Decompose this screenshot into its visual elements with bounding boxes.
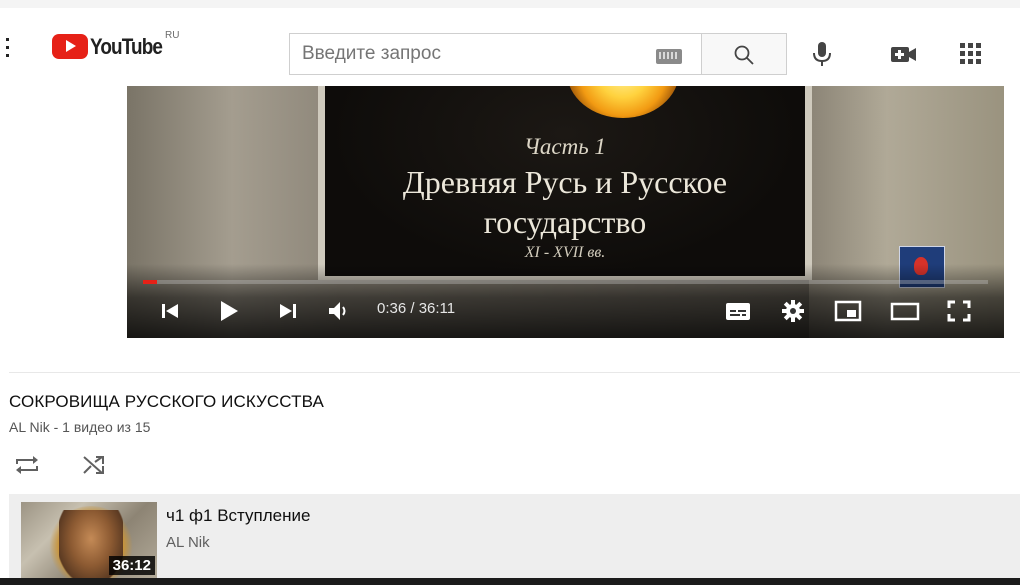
settings-icon[interactable] — [780, 298, 806, 324]
playlist-subtitle: AL Nik - 1 видео из 15 — [9, 419, 151, 435]
create-video-icon[interactable] — [887, 38, 919, 70]
search-input[interactable] — [302, 34, 642, 74]
fullscreen-icon[interactable] — [945, 298, 973, 324]
progress-bar[interactable] — [143, 280, 988, 284]
logo-text: YouTube — [90, 34, 163, 59]
slide-title-line2: государство — [483, 204, 647, 240]
slide-title-line1: Древняя Русь и Русское — [402, 164, 728, 200]
previous-icon[interactable] — [157, 298, 183, 324]
playlist-item-author[interactable]: AL Nik — [166, 534, 210, 551]
country-code: RU — [165, 30, 180, 41]
youtube-play-icon — [52, 34, 88, 59]
loop-icon[interactable] — [13, 452, 41, 478]
miniplayer-icon[interactable] — [833, 298, 863, 324]
search-icon — [734, 45, 754, 65]
title-slide: Часть 1 Древняя Русь и Русское государст… — [325, 86, 805, 276]
masthead: YouTube RU — [0, 8, 1020, 80]
slide-years: XI - XVII вв. — [524, 244, 606, 261]
playlist-title[interactable]: СОКРОВИЩА РУССКОГО ИСКУССТВА — [9, 392, 324, 412]
next-icon[interactable] — [275, 298, 301, 324]
playlist-item-title[interactable]: ч1 ф1 Вступление — [166, 506, 310, 526]
video-player[interactable]: Часть 1 Древняя Русь и Русское государст… — [127, 86, 1004, 338]
microphone-icon[interactable] — [806, 38, 838, 70]
sun-image — [567, 86, 679, 118]
youtube-logo[interactable]: YouTube RU — [52, 30, 179, 64]
slide-part-label: Часть 1 — [524, 134, 606, 159]
progress-played — [143, 280, 158, 284]
controls-gradient — [127, 264, 1004, 338]
menu-dots-icon[interactable] — [6, 38, 10, 58]
search-box — [289, 33, 701, 75]
playlist-item[interactable]: 36:12 ч1 ф1 Вступление AL Nik — [9, 494, 1020, 585]
top-strip — [0, 0, 1020, 8]
play-icon[interactable] — [215, 298, 241, 324]
search-button[interactable] — [701, 33, 787, 75]
theater-mode-icon[interactable] — [889, 298, 921, 324]
time-display: 0:36 / 36:11 — [377, 300, 456, 317]
keyboard-icon[interactable] — [656, 49, 682, 64]
section-divider — [9, 372, 1020, 373]
volume-icon[interactable] — [325, 298, 351, 324]
apps-grid-icon[interactable] — [955, 38, 987, 70]
bottom-edge — [0, 578, 1020, 585]
slide-title: Древняя Русь и Русское государство — [325, 162, 805, 242]
video-thumbnail[interactable]: 36:12 — [21, 502, 157, 579]
shuffle-icon[interactable] — [80, 452, 108, 478]
duration-badge: 36:12 — [108, 556, 155, 575]
subtitles-icon[interactable] — [724, 298, 752, 324]
